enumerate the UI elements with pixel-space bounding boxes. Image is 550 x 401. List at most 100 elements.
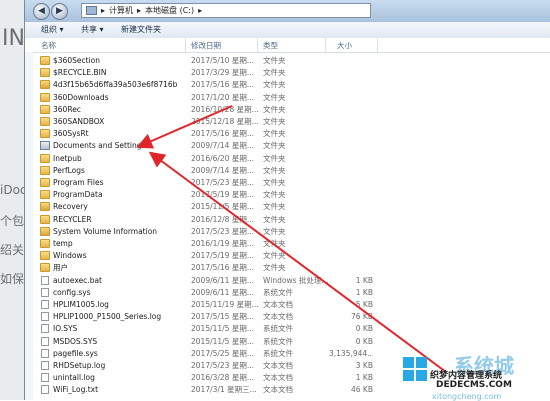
- file-row[interactable]: Program Files 2017/5/23 星期... 文件夹: [25, 177, 550, 189]
- file-row[interactable]: 360SysRt 2017/5/16 星期... 文件夹: [25, 128, 550, 140]
- file-type: 文件夹: [263, 239, 286, 248]
- organize-button[interactable]: 组织 ▾: [41, 24, 64, 35]
- chevron-right-icon: ▸: [198, 6, 203, 15]
- locked-folder-icon: [40, 226, 50, 236]
- file-icon: [41, 373, 49, 383]
- folder-icon: [40, 153, 50, 163]
- watermark-url: DEDECMS.COM: [436, 380, 512, 390]
- file-date: 2017/5/16 星期...: [191, 129, 254, 139]
- file-name: autoexec.bat: [53, 275, 102, 285]
- column-type[interactable]: 类型: [263, 40, 278, 51]
- column-date[interactable]: 修改日期: [191, 40, 221, 51]
- file-icon: [41, 287, 49, 297]
- file-row[interactable]: System Volume Information 2017/5/23 星期...…: [25, 226, 550, 238]
- folder-icon: [40, 117, 50, 126]
- file-type: 系统文件: [263, 348, 293, 358]
- file-type: 文件夹: [263, 68, 286, 78]
- file-date: 2017/5/19 星期...: [191, 251, 254, 261]
- file-name: Documents and Settings: [53, 141, 146, 151]
- background-fragment: iDoc: [0, 183, 27, 197]
- file-size: 46 KB: [351, 385, 373, 395]
- file-date: 2009/7/14 星期...: [191, 141, 254, 151]
- file-date: 2017/5/25 星期...: [191, 348, 254, 358]
- watermark: 系统城 织梦内容管理系统 DEDECMS.COM xitongcheng.com: [380, 340, 550, 401]
- file-row[interactable]: Inetpub 2016/6/20 星期... 文件夹: [25, 153, 550, 165]
- file-row[interactable]: Recovery 2015/11/5 星期... 文件夹: [25, 201, 550, 213]
- file-row[interactable]: 用户 2017/5/16 星期... 文件夹: [25, 262, 550, 274]
- file-date: 2017/5/16 星期...: [191, 80, 254, 90]
- windows-logo: [403, 357, 427, 381]
- file-type: 文件夹: [263, 251, 286, 261]
- file-date: 2017/5/23 星期...: [191, 361, 254, 370]
- file-name: Recovery: [53, 202, 88, 212]
- file-row[interactable]: RECYCLER 2016/12/8 星期... 文件夹: [25, 214, 550, 226]
- command-bar: 组织 ▾ 共享 ▾ 新建文件夹: [25, 22, 550, 39]
- file-type: 文件夹: [263, 165, 286, 175]
- file-row[interactable]: config.sys 2009/6/11 星期... 系统文件 1 KB: [25, 287, 550, 299]
- breadcrumb-computer[interactable]: 计算机: [109, 5, 133, 16]
- file-name: MSDOS.SYS: [53, 336, 98, 346]
- file-type: 文件夹: [263, 202, 286, 212]
- file-row[interactable]: temp 2016/1/19 星期... 文件夹: [25, 238, 550, 250]
- locked-folder-icon: [40, 80, 50, 90]
- file-type: Windows 批处理...: [263, 275, 329, 285]
- file-date: 2017/5/15 星期...: [191, 312, 254, 322]
- file-name: IO.SYS: [53, 324, 78, 334]
- file-type: 系统文件: [263, 336, 293, 346]
- file-type: 文件夹: [263, 56, 286, 65]
- file-type: 文件夹: [263, 190, 286, 200]
- column-name[interactable]: 名称: [41, 40, 56, 51]
- file-row[interactable]: ProgramData 2017/5/19 星期... 文件夹: [25, 189, 550, 201]
- file-row[interactable]: IO.SYS 2015/11/5 星期... 系统文件 0 KB: [25, 323, 550, 335]
- folder-icon: [40, 178, 50, 187]
- file-date: 2009/6/11 星期...: [191, 275, 254, 285]
- forward-button[interactable]: ▶: [51, 3, 68, 20]
- file-row[interactable]: Windows 2017/5/19 星期... 文件夹: [25, 250, 550, 262]
- file-row[interactable]: autoexec.bat 2009/6/11 星期... Windows 批处理..…: [25, 275, 550, 287]
- file-row[interactable]: 4d3f15b65d6ffa39a503e6f8716b 2017/5/16 星期…: [25, 79, 550, 91]
- file-row[interactable]: 360Rec 2016/10/28 星期... 文件夹: [25, 104, 550, 116]
- chevron-right-icon: ▸: [137, 6, 142, 15]
- file-type: 文件夹: [263, 92, 286, 102]
- new-folder-button[interactable]: 新建文件夹: [121, 24, 161, 35]
- file-row[interactable]: Documents and Settings 2009/7/14 星期... 文件夹: [25, 140, 550, 152]
- folder-icon: [40, 214, 50, 224]
- file-row[interactable]: HPLIP1000_P1500_Series.log 2017/5/15 星期..…: [25, 311, 550, 323]
- computer-icon: [86, 6, 97, 15]
- file-icon: [41, 361, 49, 370]
- file-name: Program Files: [53, 178, 104, 187]
- column-size[interactable]: 大小: [337, 40, 352, 51]
- file-date: 2009/6/11 星期...: [191, 287, 254, 297]
- file-size: 76 KB: [351, 312, 373, 322]
- file-date: 2017/5/10 星期...: [191, 56, 254, 65]
- file-icon: [41, 275, 49, 285]
- file-size: 1 KB: [355, 275, 373, 285]
- file-name: Inetpub: [53, 153, 82, 163]
- file-row[interactable]: HPLIM1005.log 2015/11/19 星期... 文本文档 5 KB: [25, 299, 550, 311]
- back-button[interactable]: ◀: [33, 3, 50, 20]
- file-name: System Volume Information: [53, 226, 158, 236]
- file-name: config.sys: [53, 287, 91, 297]
- chevron-right-icon: ▸: [101, 6, 106, 15]
- file-date: 2017/5/16 星期...: [191, 263, 254, 273]
- file-date: 2016/12/8 星期...: [191, 214, 254, 224]
- file-row[interactable]: $RECYCLE.BIN 2017/3/29 星期... 文件夹: [25, 67, 550, 79]
- breadcrumb-drive[interactable]: 本地磁盘 (C:): [145, 5, 194, 16]
- address-bar[interactable]: ▸ 计算机 ▸ 本地磁盘 (C:) ▸: [81, 3, 371, 18]
- file-date: 2017/5/19 星期...: [191, 190, 254, 200]
- folder-icon: [40, 68, 50, 78]
- share-button[interactable]: 共享 ▾: [81, 24, 104, 35]
- file-row[interactable]: $360Section 2017/5/10 星期... 文件夹: [25, 55, 550, 67]
- file-type: 文件夹: [263, 226, 286, 236]
- file-size: 0 KB: [355, 324, 373, 334]
- folder-icon: [40, 190, 50, 200]
- file-row[interactable]: 360Downloads 2017/1/20 星期... 文件夹: [25, 92, 550, 104]
- file-row[interactable]: PerfLogs 2009/7/14 星期... 文件夹: [25, 165, 550, 177]
- file-name: 4d3f15b65d6ffa39a503e6f8716b: [53, 80, 178, 90]
- file-date: 2016/1/19 星期...: [191, 239, 254, 248]
- file-date: 2016/3/28 星期...: [191, 373, 254, 383]
- column-header: 名称 修改日期 类型 大小: [25, 38, 550, 53]
- file-type: 文件夹: [263, 141, 286, 151]
- file-row[interactable]: 360SANDBOX 2015/12/18 星期... 文件夹: [25, 116, 550, 128]
- file-size: 3 KB: [355, 361, 373, 370]
